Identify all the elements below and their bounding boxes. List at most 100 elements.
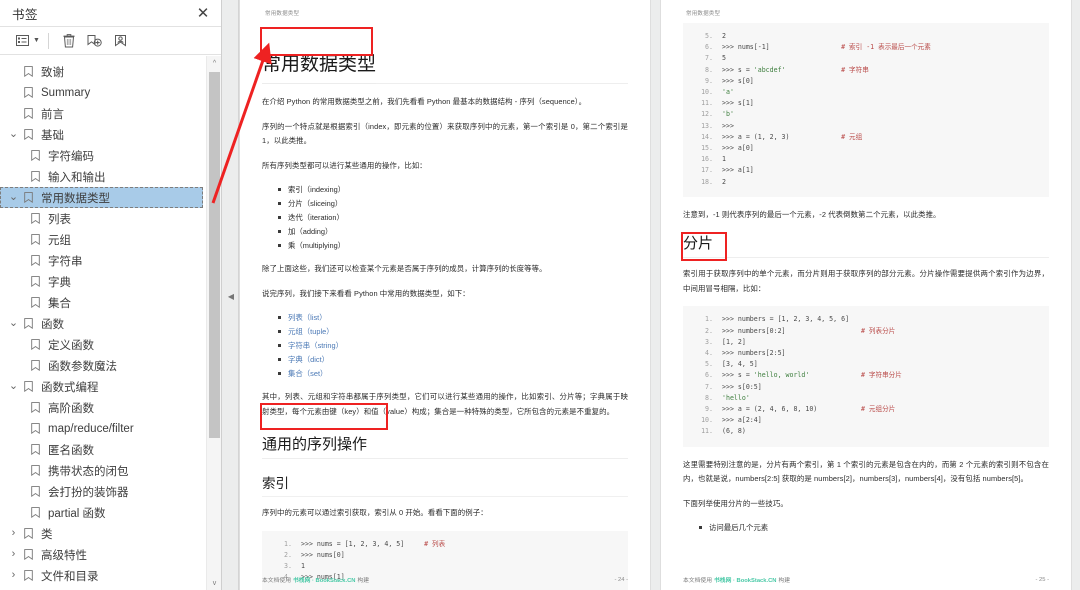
- list-item[interactable]: 字典（dict）: [278, 353, 628, 366]
- list-item[interactable]: 列表（list）: [278, 311, 628, 324]
- list-item: 索引（indexing）: [278, 183, 628, 196]
- chevron-right-icon[interactable]: ›: [6, 570, 21, 581]
- footer-brand: 书栈网 · BookStack.CN: [714, 578, 777, 584]
- list-item: 分片（sliceing）: [278, 197, 628, 210]
- close-icon[interactable]: ✕: [194, 4, 212, 22]
- code-text: 5: [722, 54, 726, 63]
- bookmark-item-label: 前言: [41, 108, 64, 121]
- list-options-icon[interactable]: [10, 30, 34, 52]
- scrollbar-thumb[interactable]: [209, 72, 220, 438]
- code-text: >>> numbers = [1, 2, 3, 4, 5, 6]: [722, 315, 850, 324]
- add-bookmark-icon[interactable]: [83, 30, 107, 52]
- bookmark-item-8[interactable]: 元组: [0, 229, 203, 250]
- code-line: >>> a[1]: [689, 165, 1039, 176]
- bookmark-item-22[interactable]: › 类: [0, 523, 203, 544]
- bookmark-item-7[interactable]: 列表: [0, 208, 203, 229]
- bookmark-item-label: 常用数据类型: [41, 192, 110, 205]
- code-text: >>> s[1]: [722, 99, 754, 108]
- bookmark-icon: [21, 129, 36, 140]
- list-item[interactable]: 元组（tuple）: [278, 325, 628, 338]
- list-item: 加（adding）: [278, 225, 628, 238]
- scroll-up-icon[interactable]: ^: [207, 56, 222, 70]
- code-text: >>> a[1]: [722, 166, 754, 175]
- code-comment: # 索引 -1 表示最后一个元素: [841, 43, 931, 52]
- bookmark-item-label: 函数式编程: [41, 381, 99, 394]
- bookmark-item-16[interactable]: 高阶函数: [0, 397, 203, 418]
- bookmark-properties-icon[interactable]: [109, 30, 133, 52]
- bookmark-item-23[interactable]: › 高级特性: [0, 544, 203, 565]
- sequence-operations-list: 索引（indexing） 分片（sliceing） 迭代（iteration） 加（a…: [262, 183, 628, 252]
- code-text: 'a': [722, 88, 734, 97]
- data-types-list: 列表（list） 元组（tuple） 字符串（string） 字典（dict） 集合（s…: [262, 311, 628, 380]
- chevron-down-icon[interactable]: ⌄: [6, 381, 21, 392]
- code-text: >>> s[0]: [722, 76, 754, 85]
- code-line: 2: [689, 177, 1039, 188]
- bookmark-item-label: 函数参数魔法: [48, 360, 117, 373]
- bookmark-icon: [28, 297, 43, 308]
- list-item[interactable]: 集合（set）: [278, 367, 628, 380]
- code-line: >>> nums[-1] # 索引 -1 表示最后一个元素: [689, 42, 1039, 53]
- page-breadcrumb: 常用数据类型: [265, 11, 300, 17]
- code-text: >>> nums = [1, 2, 3, 4, 5]: [301, 539, 425, 548]
- bookmark-item-15[interactable]: ⌄ 函数式编程: [0, 376, 203, 397]
- bookmark-item-4[interactable]: 字符编码: [0, 145, 203, 166]
- bookmark-item-0[interactable]: 致谢: [0, 61, 203, 82]
- bookmark-item-label: 集合: [48, 297, 71, 310]
- chevron-down-icon[interactable]: ⌄: [6, 318, 21, 329]
- bookmark-item-label: 字符串: [48, 255, 83, 268]
- code-line: >>> s[1]: [689, 98, 1039, 109]
- code-text: [3, 4, 5]: [722, 360, 758, 369]
- sidebar-splitter[interactable]: ◀: [222, 0, 239, 590]
- bookmark-item-17[interactable]: map/reduce/filter: [0, 418, 203, 439]
- code-text: >>> a = (2, 4, 6, 8, 10): [722, 404, 861, 413]
- bookmark-icon: [28, 423, 43, 434]
- toolbar-divider: [47, 32, 49, 49]
- code-text: >>> s = 'hello, world': [722, 371, 810, 380]
- collapse-sidebar-icon[interactable]: ◀: [227, 291, 235, 301]
- bookmark-item-11[interactable]: 集合: [0, 292, 203, 313]
- bookmark-item-12[interactable]: ⌄ 函数: [0, 313, 203, 334]
- slicing-tips-list: 访问最后几个元素: [683, 521, 1049, 534]
- bookmark-item-6[interactable]: ⌄ 常用数据类型: [0, 187, 203, 208]
- chevron-right-icon[interactable]: ›: [6, 549, 21, 560]
- chevron-down-icon[interactable]: ⌄: [6, 192, 21, 203]
- bookmark-item-label: 字典: [48, 276, 71, 289]
- bookmark-item-21[interactable]: partial 函数: [0, 502, 203, 523]
- bookmark-item-13[interactable]: 定义函数: [0, 334, 203, 355]
- list-item[interactable]: 字符串（string）: [278, 339, 628, 352]
- bookmark-icon: [28, 255, 43, 266]
- bookmark-item-20[interactable]: 会打扮的装饰器: [0, 481, 203, 502]
- bookmark-item-5[interactable]: 输入和输出: [0, 166, 203, 187]
- bookmark-item-9[interactable]: 字符串: [0, 250, 203, 271]
- delete-bookmark-icon[interactable]: [57, 30, 81, 52]
- bookmark-icon: [28, 213, 43, 224]
- page-number: - 24 -: [614, 576, 628, 583]
- code-line: [3, 4, 5]: [689, 359, 1039, 370]
- chevron-right-icon[interactable]: ›: [6, 528, 21, 539]
- bookmark-item-14[interactable]: 函数参数魔法: [0, 355, 203, 376]
- paragraph-ops-lead: 所有序列类型都可以进行某些通用的操作，比如：: [262, 160, 427, 170]
- bookmark-icon: [28, 402, 43, 413]
- code-line: [1, 2]: [689, 337, 1039, 348]
- bookmark-item-2[interactable]: 前言: [0, 103, 203, 124]
- code-line: >>> s[0]: [689, 76, 1039, 87]
- bookmarks-tree[interactable]: 致谢 Summary 前言 ⌄ 基础 字符编码 输入和输出 ⌄ 常用数据类型列表 元组字符串字典集…: [0, 55, 221, 590]
- scroll-down-icon[interactable]: v: [207, 576, 222, 590]
- bookmark-icon: [28, 339, 43, 350]
- list-item: 迭代（iteration）: [278, 211, 628, 224]
- bookmark-item-19[interactable]: 携带状态的闭包: [0, 460, 203, 481]
- code-text: 1: [301, 561, 305, 570]
- chevron-down-icon[interactable]: ⌄: [6, 129, 21, 140]
- bookmark-item-3[interactable]: ⌄ 基础: [0, 124, 203, 145]
- bookmark-icon: [28, 486, 43, 497]
- footer-suffix: 构建: [778, 578, 791, 584]
- paragraph-negative-index: 注意到，-1 则代表序列的最后一个元素，-2 代表倒数第二个元素，以此类推。: [683, 209, 941, 219]
- bookmark-item-label: map/reduce/filter: [48, 422, 134, 435]
- bookmark-item-1[interactable]: Summary: [0, 82, 203, 103]
- code-line: 'b': [689, 109, 1039, 120]
- bookmark-item-18[interactable]: 匿名函数: [0, 439, 203, 460]
- chevron-down-icon[interactable]: ▼: [33, 37, 40, 44]
- sidebar-scrollbar[interactable]: ^ v: [206, 56, 221, 590]
- bookmark-item-10[interactable]: 字典: [0, 271, 203, 292]
- bookmark-item-24[interactable]: › 文件和目录: [0, 565, 203, 586]
